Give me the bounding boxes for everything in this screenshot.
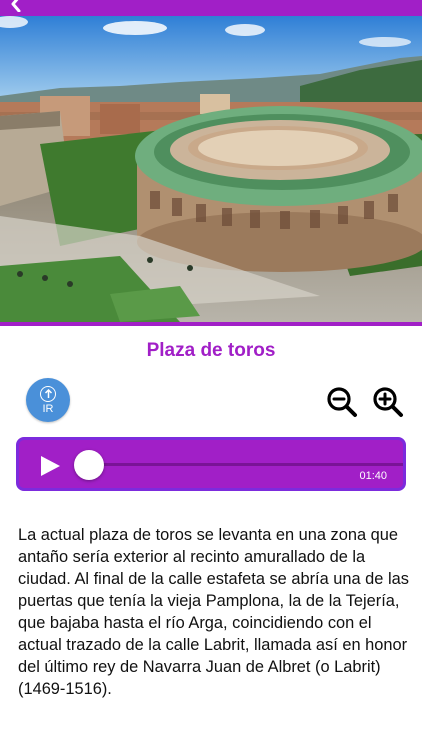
track-time: 01:40 <box>359 470 387 482</box>
chevron-left-icon <box>11 0 21 12</box>
hero-image <box>0 16 422 322</box>
zoom-in-button[interactable] <box>372 386 404 418</box>
back-button[interactable] <box>6 0 26 14</box>
zoom-out-button[interactable] <box>326 386 358 418</box>
description-text: La actual plaza de toros se levanta en u… <box>18 526 409 698</box>
progress-track[interactable] <box>85 463 403 466</box>
go-button[interactable]: IR <box>26 378 70 422</box>
arrow-up-circle-icon <box>40 385 56 402</box>
zoom-in-icon <box>373 387 403 417</box>
audio-player: 01:40 <box>16 437 406 491</box>
top-bar <box>0 0 422 17</box>
progress-knob[interactable] <box>74 450 104 480</box>
page-title: Plaza de toros <box>146 340 276 361</box>
play-icon[interactable] <box>39 455 61 477</box>
go-button-label: IR <box>42 402 54 415</box>
image-divider <box>0 322 422 326</box>
zoom-out-icon <box>327 387 357 417</box>
